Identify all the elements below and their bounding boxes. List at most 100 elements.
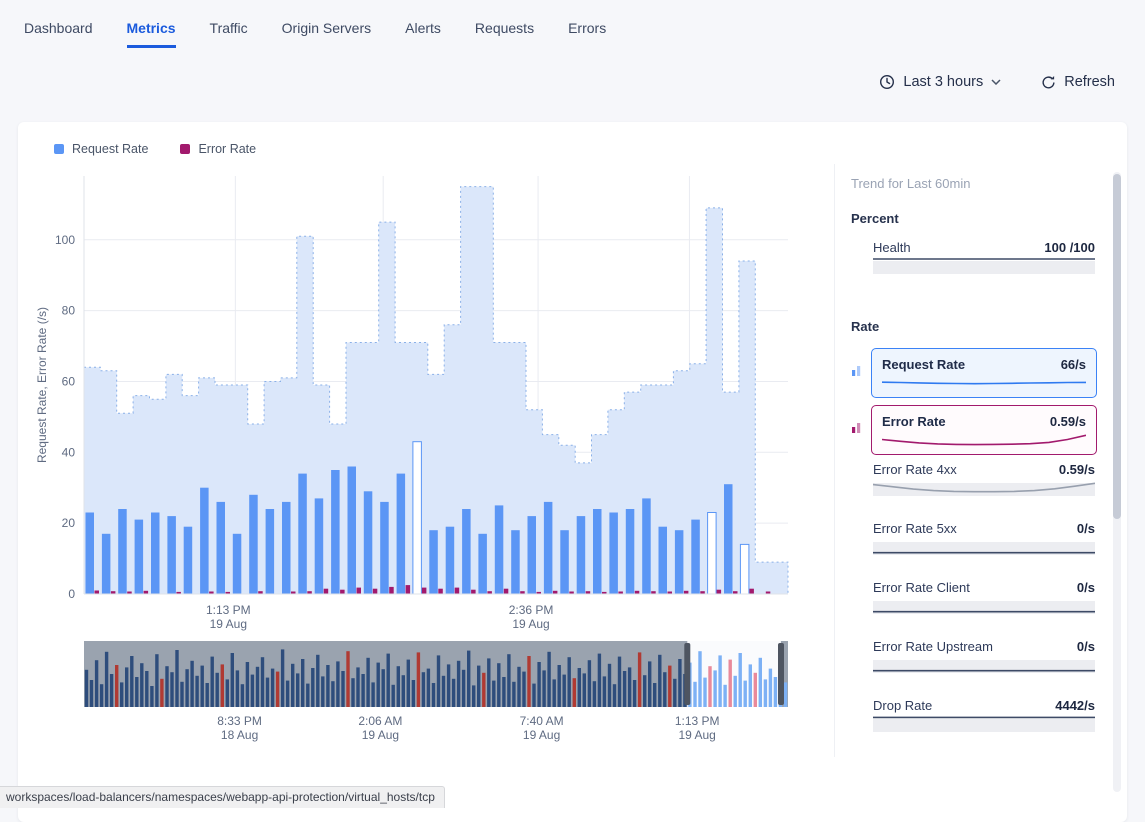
- svg-text:40: 40: [62, 445, 76, 459]
- trend-item-body: Request Rate 66/s: [871, 348, 1097, 398]
- trend-metric-name: Error Rate: [882, 414, 946, 429]
- svg-text:80: 80: [62, 304, 76, 318]
- trend-metric-name: Drop Rate: [873, 698, 932, 713]
- trend-sparkline: [873, 257, 1095, 275]
- legend-swatch: [54, 144, 64, 154]
- time-range-selector[interactable]: Last 3 hours: [879, 74, 1001, 90]
- trend-item-error-rate-4xx[interactable]: Error Rate 4xx 0.59/s: [851, 462, 1097, 521]
- trend-sparkline: [873, 656, 1095, 674]
- chart-legend: Request Rate Error Rate: [32, 134, 1113, 162]
- svg-text:19 Aug: 19 Aug: [512, 617, 549, 631]
- bar-chart-icon: [851, 422, 863, 434]
- tab-errors[interactable]: Errors: [568, 20, 606, 48]
- svg-text:1:13 PM: 1:13 PM: [675, 714, 720, 728]
- trend-item-error-rate[interactable]: Error Rate 0.59/s: [851, 405, 1097, 462]
- scrollbar-thumb[interactable]: [1113, 174, 1121, 519]
- svg-text:19 Aug: 19 Aug: [210, 617, 247, 631]
- trend-sparkline: [873, 597, 1095, 615]
- clock-icon: [879, 74, 895, 90]
- brush-handle[interactable]: [684, 643, 690, 705]
- trend-item-error-rate-upstream[interactable]: Error Rate Upstream 0/s: [851, 639, 1097, 698]
- trend-sparkline: [882, 431, 1086, 449]
- tab-traffic[interactable]: Traffic: [210, 20, 248, 48]
- trend-item-body: Error Rate 5xx 0/s: [871, 521, 1097, 556]
- trend-item-body: Drop Rate 4442/s: [871, 698, 1097, 733]
- trend-item-health[interactable]: Health 100 /100: [851, 240, 1097, 299]
- legend-label: Request Rate: [72, 142, 148, 156]
- trend-item-body: Error Rate Upstream 0/s: [871, 639, 1097, 674]
- svg-text:100: 100: [55, 233, 75, 247]
- trend-item-icon: [851, 405, 871, 439]
- trend-item-icon: [851, 348, 871, 382]
- svg-text:0: 0: [68, 587, 75, 601]
- svg-text:18 Aug: 18 Aug: [221, 728, 258, 742]
- chevron-down-icon: [991, 79, 1001, 85]
- trend-sparkline: [873, 538, 1095, 556]
- toolbar: Last 3 hours Refresh: [879, 74, 1115, 90]
- legend-swatch: [180, 144, 190, 154]
- refresh-label: Refresh: [1064, 74, 1115, 90]
- trend-sparkline: [873, 479, 1095, 497]
- svg-text:2:36 PM: 2:36 PM: [509, 603, 554, 617]
- trend-item-icon-slot: [851, 580, 871, 596]
- trend-metric-name: Error Rate Upstream: [873, 639, 993, 654]
- svg-text:19 Aug: 19 Aug: [523, 728, 560, 742]
- timeline-svg[interactable]: 8:33 PM18 Aug2:06 AM19 Aug7:40 AM19 Aug1…: [32, 641, 832, 745]
- trend-panel-title: Trend for Last 60min: [851, 176, 1097, 191]
- svg-text:60: 60: [62, 374, 76, 388]
- legend-label: Error Rate: [198, 142, 256, 156]
- tab-metrics[interactable]: Metrics: [127, 20, 176, 48]
- trend-sparkline: [882, 374, 1086, 392]
- trend-metric-value: 0.59/s: [1050, 414, 1086, 429]
- trend-item-body: Error Rate 4xx 0.59/s: [871, 462, 1097, 497]
- refresh-button[interactable]: Refresh: [1041, 74, 1115, 90]
- scrollbar[interactable]: [1113, 172, 1121, 792]
- tab-origin-servers[interactable]: Origin Servers: [282, 20, 371, 48]
- main-chart-svg[interactable]: 0204060801001:13 PM19 Aug2:36 PM19 AugRe…: [32, 164, 832, 636]
- trend-item-icon-slot: [851, 462, 871, 478]
- trend-metric-value: 0/s: [1077, 639, 1095, 654]
- metrics-card: Request Rate Error Rate 0 20 40 60 80 100 1:13 …: [18, 122, 1127, 822]
- refresh-icon: [1041, 75, 1056, 90]
- trend-sparkline: [873, 715, 1095, 733]
- svg-text:1:13 PM: 1:13 PM: [206, 603, 251, 617]
- trend-item-body: Health 100 /100: [871, 240, 1097, 275]
- top-nav: Dashboard Metrics Traffic Origin Servers Ale…: [0, 0, 1145, 48]
- trend-item-icon-slot: [851, 521, 871, 537]
- svg-text:19 Aug: 19 Aug: [362, 728, 399, 742]
- trend-metric-value: 4442/s: [1055, 698, 1095, 713]
- svg-text:20: 20: [62, 516, 76, 530]
- tab-dashboard[interactable]: Dashboard: [24, 20, 93, 48]
- svg-text:2:06 AM: 2:06 AM: [358, 714, 402, 728]
- trend-metric-name: Error Rate 4xx: [873, 462, 957, 477]
- trend-sections: PercentHealth100 /100RateRequest Rate66/…: [851, 211, 1097, 757]
- time-range-label: Last 3 hours: [903, 74, 983, 90]
- trend-metric-value: 0/s: [1077, 580, 1095, 595]
- tab-alerts[interactable]: Alerts: [405, 20, 441, 48]
- trend-metric-value: 0.59/s: [1059, 462, 1095, 477]
- legend-item-request-rate[interactable]: Request Rate: [54, 142, 148, 156]
- bar-chart-icon: [851, 365, 863, 377]
- trend-metric-value: 0/s: [1077, 521, 1095, 536]
- svg-text:Request Rate, Error Rate (/s): Request Rate, Error Rate (/s): [35, 307, 49, 463]
- trend-metric-name: Request Rate: [882, 357, 965, 372]
- trend-item-icon-slot: [851, 639, 871, 655]
- trend-metric-name: Error Rate 5xx: [873, 521, 957, 536]
- trend-item-error-rate-5xx[interactable]: Error Rate 5xx 0/s: [851, 521, 1097, 580]
- timeline-brush-chart[interactable]: 8:33 PM18 Aug2:06 AM19 Aug7:40 AM19 Aug1…: [32, 641, 834, 750]
- legend-item-error-rate[interactable]: Error Rate: [180, 142, 256, 156]
- svg-text:8:33 PM: 8:33 PM: [217, 714, 262, 728]
- tab-requests[interactable]: Requests: [475, 20, 534, 48]
- trend-item-request-rate[interactable]: Request Rate 66/s: [851, 348, 1097, 405]
- trend-item-body: Error Rate Client0/s: [871, 580, 1097, 615]
- trend-metric-name: Health: [873, 240, 911, 255]
- section-heading-percent: Percent: [851, 211, 1097, 226]
- trend-item-drop-rate[interactable]: Drop Rate 4442/s: [851, 698, 1097, 757]
- trend-metric-value: 100 /100: [1044, 240, 1095, 255]
- brush-handle[interactable]: [778, 643, 784, 705]
- trend-panel: Trend for Last 60min Percent Health 100 /1…: [834, 164, 1113, 757]
- trend-metric-value: 66/s: [1061, 357, 1086, 372]
- request-error-rate-chart[interactable]: 0204060801001:13 PM19 Aug2:36 PM19 AugRe…: [32, 164, 834, 641]
- trend-item-error-rate-client[interactable]: Error Rate Client0/s: [851, 580, 1097, 639]
- status-url: workspaces/load-balancers/namespaces/web…: [0, 786, 445, 808]
